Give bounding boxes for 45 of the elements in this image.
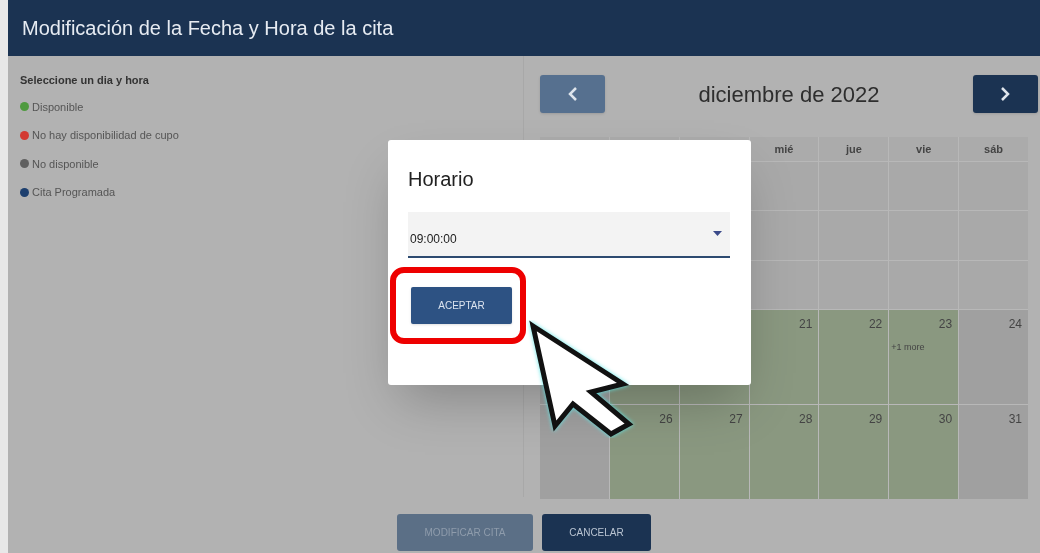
day-number: 30 xyxy=(938,411,953,428)
chevron-left-icon xyxy=(567,87,578,101)
legend-label: Cita Programada xyxy=(32,185,116,200)
weekday-header: vie xyxy=(889,137,959,161)
day-cell[interactable] xyxy=(889,261,959,309)
day-cell[interactable] xyxy=(819,261,889,309)
day-cell[interactable]: 30 xyxy=(889,405,959,499)
day-cell[interactable]: 27 xyxy=(679,405,749,499)
window-title: Modificación de la Fecha y Hora de la cita xyxy=(22,16,394,41)
day-number: 24 xyxy=(1008,316,1022,333)
day-number: 28 xyxy=(799,411,813,428)
day-cell[interactable] xyxy=(749,211,819,260)
day-cell[interactable]: 22 xyxy=(819,310,889,404)
day-number: 21 xyxy=(799,316,813,333)
day-number: 22 xyxy=(868,316,883,333)
weekday-header: sáb xyxy=(959,137,1028,161)
day-number: 27 xyxy=(729,411,743,428)
dialog-title: Horario xyxy=(408,167,475,192)
next-month-button[interactable] xyxy=(973,75,1038,113)
day-number: 29 xyxy=(868,411,883,428)
day-cell[interactable]: 21 xyxy=(749,310,819,404)
dropdown-arrow-icon xyxy=(713,231,722,236)
chevron-right-icon xyxy=(1000,87,1011,101)
day-cell[interactable]: 28 xyxy=(749,405,819,499)
accept-button[interactable]: ACEPTAR xyxy=(411,287,512,324)
legend-label: No disponible xyxy=(32,156,99,172)
legend-label: Disponible xyxy=(32,99,84,115)
weekday-header: mié xyxy=(749,137,819,161)
day-cell[interactable]: 31 xyxy=(959,405,1028,499)
day-number: 26 xyxy=(659,411,673,428)
day-cell[interactable] xyxy=(749,162,819,210)
day-number: 23 xyxy=(938,316,953,333)
legend-label: No hay disponibilidad de cupo xyxy=(32,128,179,143)
day-number: 31 xyxy=(1008,411,1022,428)
day-cell[interactable]: 29 xyxy=(819,405,889,499)
legend-title: Seleccione un dia y hora xyxy=(20,73,150,88)
day-cell[interactable]: 23 +1 more xyxy=(889,310,959,404)
more-events-link[interactable]: +1 more xyxy=(889,341,925,355)
time-select[interactable]: 09:00:00 xyxy=(408,212,730,258)
month-title: diciembre de 2022 xyxy=(698,80,880,109)
day-cell[interactable] xyxy=(749,261,819,309)
day-cell[interactable]: 24 xyxy=(959,310,1028,404)
weekday-header: jue xyxy=(819,137,889,161)
cancel-button[interactable]: CANCELAR xyxy=(542,514,651,551)
day-cell[interactable] xyxy=(959,261,1028,309)
